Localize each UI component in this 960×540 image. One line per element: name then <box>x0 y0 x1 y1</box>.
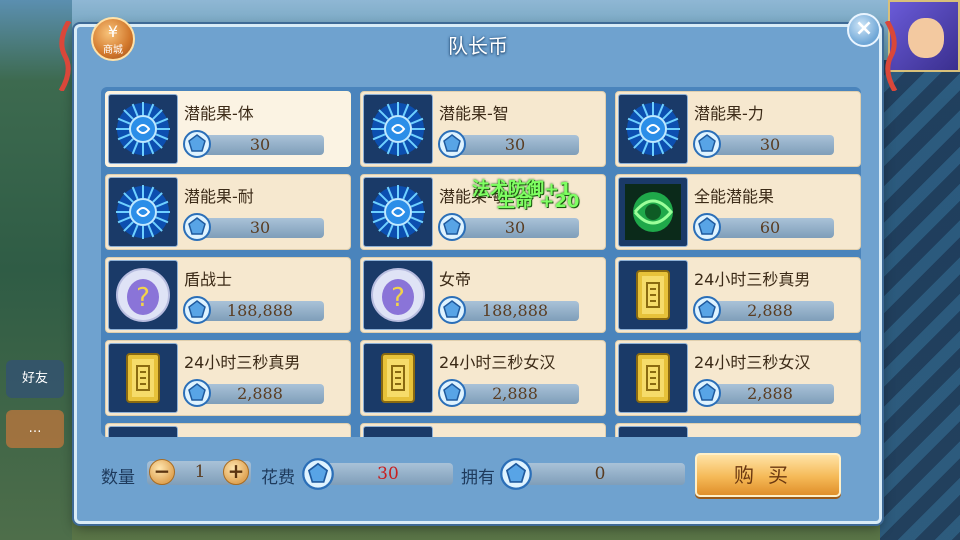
coin-gem-icon <box>182 129 212 159</box>
item-name: 24小时三秒真男 <box>184 353 301 372</box>
shop-item-card[interactable]: 24小时三秒真男 2,888 <box>105 340 351 416</box>
shop-panel: ¥ 商城 队长币 × 潜能果-体 30 潜能果-智 30 潜能果-力 30 潜能果-耐 30 潜… <box>58 13 898 524</box>
mystery-egg-icon: ? <box>108 260 178 330</box>
owned-value: 0 <box>515 463 685 485</box>
coin-gem-icon <box>499 457 533 491</box>
item-name: 24小时三秒女汉 <box>439 353 556 372</box>
shop-item-card[interactable]: 潜能果-敏 30 <box>360 174 606 250</box>
item-name: 潜能果-体 <box>184 104 254 123</box>
coin-gem-icon <box>692 295 722 325</box>
gold-card-icon <box>108 343 178 413</box>
friend-button[interactable]: 好友 <box>6 360 64 398</box>
coin-gem-icon <box>692 212 722 242</box>
item-icon <box>108 426 178 437</box>
owned-label: 拥有 <box>461 468 495 488</box>
gold-card-icon <box>618 343 688 413</box>
item-price: 30 <box>196 135 324 155</box>
coin-gem-icon <box>437 129 467 159</box>
shop-item-card[interactable]: 24小时三秒真男 2,888 <box>615 257 861 333</box>
shop-item-card[interactable]: ? 盾战士 188,888 <box>105 257 351 333</box>
coin-gem-icon <box>301 457 335 491</box>
item-icon <box>363 426 433 437</box>
panel-title: 队长币 <box>448 34 508 58</box>
svg-text:?: ? <box>136 283 150 313</box>
item-grid-scroll[interactable]: 潜能果-体 30 潜能果-智 30 潜能果-力 30 潜能果-耐 30 潜能果-敏 30 全能潜能果… <box>101 87 861 437</box>
shop-item-card[interactable]: 潜能果-力 30 <box>615 91 861 167</box>
gold-card-icon <box>618 260 688 330</box>
shop-item-card[interactable]: 全能潜能果 60 <box>615 174 861 250</box>
mystery-egg-icon: ? <box>363 260 433 330</box>
coin-gem-icon <box>692 129 722 159</box>
shop-item-card[interactable]: 潜能果-耐 30 <box>105 174 351 250</box>
coin-gem-icon <box>182 212 212 242</box>
shop-item-card[interactable]: 潜能果-体 30 <box>105 91 351 167</box>
shop-item-card[interactable]: ? 女帝 188,888 <box>360 257 606 333</box>
item-name: 潜能果-智 <box>439 104 509 123</box>
item-name: 潜能果-力 <box>694 104 764 123</box>
purchase-bar: 数量 − 1 + 花费 30 拥有 0 购买 <box>101 449 861 507</box>
shop-item-card[interactable]: 潜能果-智 30 <box>360 91 606 167</box>
shop-item-card[interactable]: 24小时三秒女汉 2,888 <box>360 340 606 416</box>
potential-fruit-blue-icon <box>618 94 688 164</box>
coin-gem-icon <box>692 378 722 408</box>
avatar-face <box>908 18 944 58</box>
item-price: 30 <box>196 218 324 238</box>
item-name: 24小时三秒女汉 <box>694 353 811 372</box>
item-price: 30 <box>451 135 579 155</box>
coin-gem-icon <box>437 212 467 242</box>
item-icon <box>618 426 688 437</box>
quantity-label: 数量 <box>101 468 135 488</box>
cost-value: 30 <box>323 463 453 485</box>
item-price: 2,888 <box>706 384 834 404</box>
increase-quantity-button[interactable]: + <box>223 459 249 485</box>
shop-item-card-partial[interactable] <box>105 423 351 437</box>
coin-gem-icon <box>437 378 467 408</box>
buy-button[interactable]: 购买 <box>695 453 841 497</box>
coin-gem-icon <box>182 378 212 408</box>
svg-text:?: ? <box>391 283 405 313</box>
item-price: 2,888 <box>451 384 579 404</box>
item-name: 盾战士 <box>184 270 233 289</box>
ribbon-right-decoration <box>881 19 901 93</box>
coin-gem-icon <box>182 295 212 325</box>
quantity-value[interactable]: 1 <box>177 462 223 482</box>
ribbon-left-decoration <box>55 19 75 93</box>
chat-button[interactable]: … <box>6 410 64 448</box>
item-grid: 潜能果-体 30 潜能果-智 30 潜能果-力 30 潜能果-耐 30 潜能果-敏 30 全能潜能果… <box>105 91 861 437</box>
item-price: 188,888 <box>196 301 324 321</box>
item-price: 30 <box>706 135 834 155</box>
background-roof <box>880 60 960 540</box>
shop-item-card-partial[interactable] <box>615 423 861 437</box>
item-price: 188,888 <box>451 301 579 321</box>
item-name: 潜能果-耐 <box>184 187 254 206</box>
cost-label: 花费 <box>261 468 295 488</box>
item-price: 2,888 <box>196 384 324 404</box>
decrease-quantity-button[interactable]: − <box>149 459 175 485</box>
potential-fruit-green-icon <box>618 177 688 247</box>
potential-fruit-blue-icon <box>363 177 433 247</box>
potential-fruit-blue-icon <box>108 94 178 164</box>
item-price: 30 <box>451 218 579 238</box>
item-name: 潜能果-敏 <box>439 187 509 206</box>
shop-item-card-partial[interactable] <box>360 423 606 437</box>
item-price: 2,888 <box>706 301 834 321</box>
item-price: 60 <box>706 218 834 238</box>
item-name: 全能潜能果 <box>694 187 775 206</box>
item-name: 24小时三秒真男 <box>694 270 811 289</box>
gold-card-icon <box>363 343 433 413</box>
potential-fruit-blue-icon <box>108 177 178 247</box>
shop-item-card[interactable]: 24小时三秒女汉 2,888 <box>615 340 861 416</box>
potential-fruit-blue-icon <box>363 94 433 164</box>
close-button[interactable]: × <box>847 13 881 47</box>
item-name: 女帝 <box>439 270 472 289</box>
coin-gem-icon <box>437 295 467 325</box>
